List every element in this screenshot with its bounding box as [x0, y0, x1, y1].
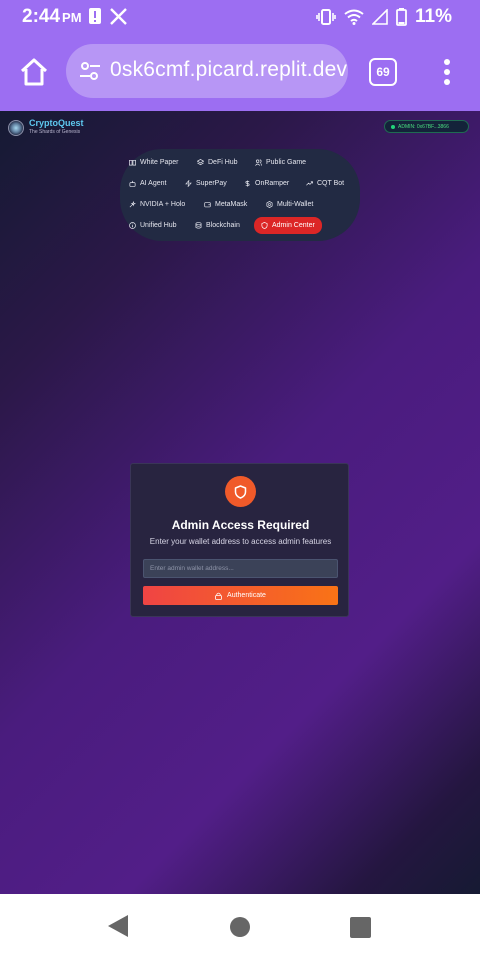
nav-item-label: Multi-Wallet [277, 200, 314, 208]
admin-badge: ADMIN: 0x67BF...3866 [384, 120, 469, 133]
nav-item-admin-center[interactable]: Admin Center [254, 217, 322, 234]
bot-icon [129, 180, 136, 187]
nav-item-label: Blockchain [206, 221, 240, 229]
nav-item-label: AI Agent [140, 179, 167, 187]
vibrate-icon [316, 9, 336, 25]
battery-icon [396, 8, 407, 26]
more-vert-icon[interactable] [437, 56, 457, 88]
tab-count: 69 [376, 65, 390, 79]
nav-item-metamask[interactable]: MetaMask [204, 196, 247, 212]
brand-name: CryptoQuest [29, 118, 84, 128]
layers-icon [197, 158, 204, 165]
card-title: Admin Access Required [171, 518, 310, 532]
authenticate-button[interactable]: Authenticate [143, 586, 338, 605]
nav-item-nvidia-holo[interactable]: NVIDIA + Holo [129, 196, 185, 212]
info-icon [129, 221, 136, 229]
system-nav-bar [0, 894, 480, 960]
nav-item-ai-agent[interactable]: AI Agent [129, 175, 166, 191]
status-left-icons [88, 7, 127, 25]
status-ampm: PM [62, 10, 82, 25]
admin-shield-badge [225, 476, 256, 507]
nav-item-label: Unified Hub [140, 221, 177, 229]
battery-percent: 11% [415, 6, 452, 27]
nav-item-onramper[interactable]: OnRamper [244, 175, 289, 191]
users-icon [255, 159, 262, 166]
nav-item-label: Public Game [266, 158, 307, 166]
authenticate-label: Authenticate [227, 592, 266, 599]
tune-icon[interactable] [78, 59, 102, 83]
status-time: 2:44 PM [22, 6, 82, 28]
web-content: CryptoQuest The Shards of Genesis ADMIN:… [0, 111, 480, 894]
nav-item-label: MetaMask [215, 200, 248, 208]
shield-icon [261, 222, 268, 229]
status-bar: 2:44 PM 11% [0, 0, 480, 34]
hexagon-icon [266, 200, 273, 208]
brand-logo [8, 119, 24, 136]
nav-item-label: White Paper [140, 158, 179, 166]
brand-subtitle: The Shards of Genesis [29, 129, 81, 135]
nav-item-label: DeFi Hub [208, 158, 238, 166]
dollar-icon [245, 179, 250, 187]
zap-icon [185, 179, 192, 187]
brand[interactable]: CryptoQuest The Shards of Genesis [8, 119, 84, 136]
nav-item-public-game[interactable]: Public Game [255, 154, 306, 170]
nav-item-label: OnRamper [255, 179, 290, 187]
nav-item-defi-hub[interactable]: DeFi Hub [197, 154, 238, 170]
nav-item-label: Admin Center [272, 222, 315, 229]
home-nav-icon[interactable] [230, 917, 250, 937]
admin-access-card: Admin Access Required Enter your wallet … [130, 463, 349, 617]
nav-item-blockchain[interactable]: Blockchain [195, 217, 240, 233]
nav-item-cqt-bot[interactable]: CQT Bot [306, 175, 344, 191]
url-text[interactable]: 0sk6cmf.picard.replit.dev [110, 58, 347, 82]
alert-icon [89, 8, 101, 24]
admin-badge-text: ADMIN: 0x67BF...3866 [398, 123, 449, 130]
home-icon[interactable] [18, 56, 50, 88]
signal-icon [372, 9, 388, 25]
wallet-icon [204, 201, 211, 207]
browser-toolbar: 0sk6cmf.picard.replit.dev 69 [0, 34, 480, 111]
book-icon [129, 159, 136, 165]
status-right-icons: 11% [316, 6, 452, 28]
shield-icon [234, 484, 247, 499]
url-bar[interactable]: 0sk6cmf.picard.replit.dev [66, 44, 348, 98]
status-dot [391, 124, 395, 129]
nav-item-label: CQT Bot [317, 179, 345, 187]
trending-icon [306, 180, 313, 185]
recents-icon[interactable] [350, 917, 371, 938]
admin-wallet-input[interactable] [143, 559, 338, 578]
nav-item-white-paper[interactable]: White Paper [129, 154, 179, 170]
tabs-button[interactable]: 69 [369, 58, 397, 86]
nav-item-multi-wallet[interactable]: Multi-Wallet [266, 196, 313, 212]
back-icon[interactable] [107, 914, 129, 938]
nav-menu: White Paper DeFi Hub Public Game AI Agen… [120, 149, 360, 241]
status-time-value: 2:44 [22, 6, 61, 27]
x-logo-icon [110, 7, 127, 25]
lock-icon [215, 592, 222, 600]
brand-text: CryptoQuest The Shards of Genesis [29, 119, 84, 136]
card-subtitle: Enter your wallet address to access admi… [149, 537, 332, 546]
nav-item-label: SuperPay [196, 179, 227, 187]
nav-item-unified-hub[interactable]: Unified Hub [129, 217, 177, 233]
nav-item-label: NVIDIA + Holo [140, 200, 186, 208]
wifi-icon [344, 9, 364, 25]
nav-item-superpay[interactable]: SuperPay [185, 175, 227, 191]
database-icon [195, 221, 202, 229]
sparkles-icon [129, 200, 136, 207]
